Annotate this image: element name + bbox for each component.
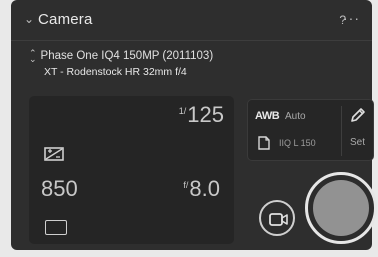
shutter-speed[interactable]: 1/125 [179,102,224,128]
aperture-prefix: f/ [183,180,189,190]
aperture-value: 8.0 [189,176,220,201]
aperture[interactable]: f/8.0 [183,176,220,202]
file-icon [258,136,270,150]
panel-title: Camera [38,11,93,28]
pencil-icon[interactable] [349,106,367,124]
capture-button[interactable] [305,172,377,244]
frame-icon[interactable] [45,220,67,235]
set-button[interactable]: Set [350,137,365,148]
file-format-value[interactable]: IIQ L 150 [279,138,316,148]
camera-panel: ⌄ Camera ? ··· ⌃ ⌄ Phase One IQ4 150MP (20… [11,0,377,250]
video-camera-icon [269,213,288,226]
white-balance-value[interactable]: Auto [285,111,306,122]
divider [341,106,342,156]
camera-name: Phase One IQ4 150MP (2011103) [40,50,214,63]
exposure-card: 1/125 850 f/8.0 [29,96,234,244]
iso-value[interactable]: 850 [41,176,78,202]
more-options-icon[interactable]: ··· [343,10,360,26]
updown-chevron-icon: ⌃ ⌄ [29,48,37,64]
video-record-button[interactable] [259,200,295,236]
panel-header[interactable]: ⌄ Camera ? ··· [11,0,372,41]
capture-shutter-icon [313,180,369,236]
capture-settings-card: AWB Auto IIQ L 150 Set [247,99,374,161]
exposure-compensation-icon[interactable] [43,144,67,164]
awb-icon[interactable]: AWB [255,110,280,122]
shutter-prefix: 1/ [178,106,187,116]
camera-selector[interactable]: ⌃ ⌄ Phase One IQ4 150MP (2011103) [29,48,214,66]
lens-name: XT - Rodenstock HR 32mm f/4 [44,66,187,78]
chevron-down-icon[interactable]: ⌄ [24,12,34,26]
shutter-value: 125 [187,102,224,127]
